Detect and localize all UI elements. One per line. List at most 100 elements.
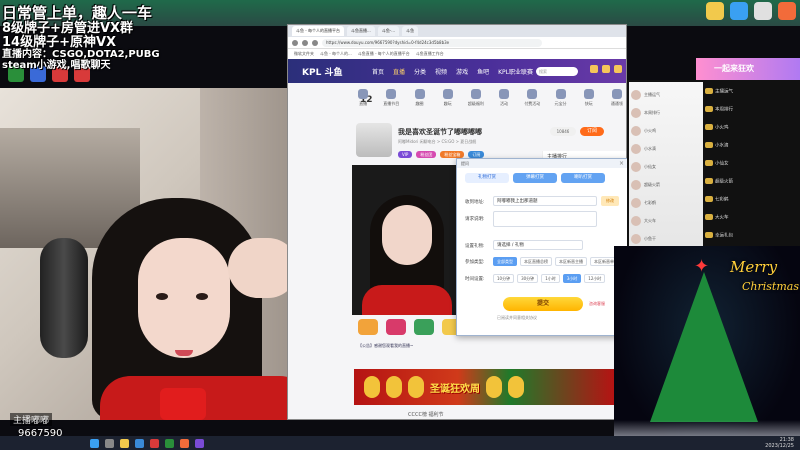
category-item[interactable]: 趣圈 xyxy=(408,89,430,119)
gift-row[interactable]: 大火车 xyxy=(631,214,699,228)
nav-item[interactable]: 视频 xyxy=(435,67,447,76)
tag[interactable]: 粉丝宝箱 xyxy=(440,151,465,158)
url-input[interactable]: https://www.douyu.com/9667590?dyshid=0-f… xyxy=(322,38,542,47)
modify-button[interactable]: 修改 xyxy=(601,196,619,206)
room-avatar[interactable] xyxy=(356,123,392,157)
site-search-input[interactable]: 搜索 xyxy=(536,67,578,76)
category-item[interactable]: 快玩 xyxy=(578,89,600,119)
app-icon[interactable] xyxy=(730,2,748,20)
tag[interactable]: 粉丝团 xyxy=(416,151,437,158)
bookmark[interactable]: 微软文件夹 xyxy=(294,49,314,59)
type-chip[interactable]: 本区直播总榜 xyxy=(520,257,552,266)
search-icon[interactable] xyxy=(105,438,114,448)
service-link[interactable]: 咨询客服 xyxy=(589,301,605,307)
category-item[interactable]: 直播 xyxy=(352,89,374,119)
download-icon[interactable] xyxy=(614,65,622,73)
nav-item[interactable]: 首页 xyxy=(372,67,384,76)
time-chip[interactable]: 12小时 xyxy=(584,274,606,283)
time-chip[interactable]: 10分钟 xyxy=(493,274,515,283)
browser-tab[interactable]: 斗鱼 xyxy=(402,26,419,36)
category-item[interactable]: 趣玩 xyxy=(437,89,459,119)
time-chip[interactable]: 30分钟 xyxy=(517,274,539,283)
gift-row[interactable]: 小仙女 xyxy=(631,160,699,174)
type-chip[interactable]: 本区新晋主播 xyxy=(555,257,587,266)
gift-row[interactable]: 七彩鹤 xyxy=(631,196,699,210)
gift-row[interactable]: 超级火箭 xyxy=(631,178,699,192)
chat-message: 七彩鹤 xyxy=(705,196,729,204)
folder-icon[interactable] xyxy=(120,438,129,448)
dialog-tab[interactable]: 礼物打赏 xyxy=(465,173,509,183)
history-icon[interactable] xyxy=(590,65,598,73)
category-icon xyxy=(583,89,594,99)
player-face xyxy=(382,205,432,265)
gift-row[interactable]: 小水滴 xyxy=(631,142,699,156)
category-item[interactable]: 活动 xyxy=(493,89,515,119)
gift-icon[interactable] xyxy=(386,319,406,335)
address-bar: https://www.douyu.com/9667590?dyshid=0-f… xyxy=(288,37,626,49)
site-logo[interactable]: KPL 斗鱼 xyxy=(302,65,372,78)
back-icon[interactable] xyxy=(292,39,298,46)
type-chip[interactable]: 全部类型 xyxy=(493,257,517,266)
app-icon[interactable] xyxy=(706,2,724,20)
gift-icon[interactable] xyxy=(414,319,434,335)
nav-item[interactable]: 分类 xyxy=(414,67,426,76)
chat-message: 本周排行 xyxy=(705,106,733,114)
app-icon[interactable] xyxy=(150,438,159,448)
promo-banner[interactable]: 圣诞狂欢周 xyxy=(354,369,614,405)
category-item[interactable]: 超级福利 xyxy=(465,89,487,119)
tag[interactable]: VIP xyxy=(398,151,413,158)
room-title: 我是喜欢圣诞节了嘟嘟嘟嘟 xyxy=(398,128,482,136)
dialog-tab[interactable]: 喇叭打赏 xyxy=(561,173,605,183)
time-chip[interactable]: 3小时 xyxy=(562,274,582,283)
promo-ad[interactable]: 一起来狂欢 xyxy=(696,58,800,80)
nav-item-active[interactable]: 直播 xyxy=(393,67,405,76)
app-icon[interactable] xyxy=(180,438,189,448)
microphone xyxy=(40,238,88,358)
app-icon[interactable] xyxy=(195,438,204,448)
gift-row[interactable]: 主播运气 xyxy=(631,88,699,102)
submit-button[interactable]: 提交 xyxy=(503,297,583,311)
nav-item[interactable]: 游戏 xyxy=(456,67,468,76)
description-field[interactable] xyxy=(493,211,597,227)
room-tags: VIP 粉丝团 粉丝宝箱 订阅 xyxy=(398,151,485,158)
category-item[interactable]: 通通领 xyxy=(606,89,626,119)
category-item[interactable]: 直播节目 xyxy=(380,89,402,119)
category-icon xyxy=(386,89,397,99)
bookmark[interactable]: 斗鱼直播 - 每个人的直播平台 xyxy=(358,49,410,59)
gift-row[interactable]: 小鱼干 xyxy=(631,232,699,246)
reload-icon[interactable] xyxy=(312,39,318,46)
category-item[interactable]: 元宝分 xyxy=(549,89,571,119)
nav-item[interactable]: 鱼吧 xyxy=(477,67,489,76)
follower-count: 10846 xyxy=(550,127,576,136)
follow-icon[interactable] xyxy=(602,65,610,73)
gift-select[interactable]: 请选择 / 礼物 xyxy=(493,240,583,250)
dialog-title: 提问 xyxy=(461,161,469,166)
app-icon[interactable] xyxy=(754,2,772,20)
coin-icon xyxy=(364,376,380,398)
start-icon[interactable] xyxy=(90,438,99,448)
gift-row[interactable]: 小火鸡 xyxy=(631,124,699,138)
nav-item[interactable]: KPL职业联赛 xyxy=(498,67,533,76)
browser-tab[interactable]: 斗鱼-... xyxy=(377,26,400,36)
follow-button[interactable]: 订阅 xyxy=(580,127,604,136)
category-item[interactable]: 付费活动 xyxy=(521,89,543,119)
close-icon[interactable]: × xyxy=(619,159,624,168)
bookmark[interactable]: 斗鱼 - 每个人的... xyxy=(320,49,352,59)
address-field[interactable]: 阿嘟嘟我上出那道题 xyxy=(493,196,597,206)
bottom-text: CCCC榜 福利节 xyxy=(408,412,444,418)
app-icon[interactable] xyxy=(165,438,174,448)
gift-row[interactable]: 本周排行 xyxy=(631,106,699,120)
bookmark[interactable]: 斗鱼直播工作台 xyxy=(416,49,444,59)
browser-tab[interactable]: 斗鱼 - 每个人的直播平台 xyxy=(292,26,344,36)
app-icon[interactable] xyxy=(778,2,796,20)
dialog-tab[interactable]: 弹幕打赏 xyxy=(513,173,557,183)
browser-tab[interactable]: 斗鱼直播... xyxy=(347,26,375,36)
forward-icon[interactable] xyxy=(302,39,308,46)
gift-icon[interactable] xyxy=(358,319,378,335)
video-player[interactable] xyxy=(352,165,462,315)
category-icon xyxy=(414,89,425,99)
time-chip[interactable]: 1小时 xyxy=(541,274,560,283)
consent-checkbox[interactable]: 已阅读并同意相关协议 xyxy=(497,315,537,321)
edge-icon[interactable] xyxy=(135,438,144,448)
tag[interactable]: 订阅 xyxy=(468,151,485,158)
